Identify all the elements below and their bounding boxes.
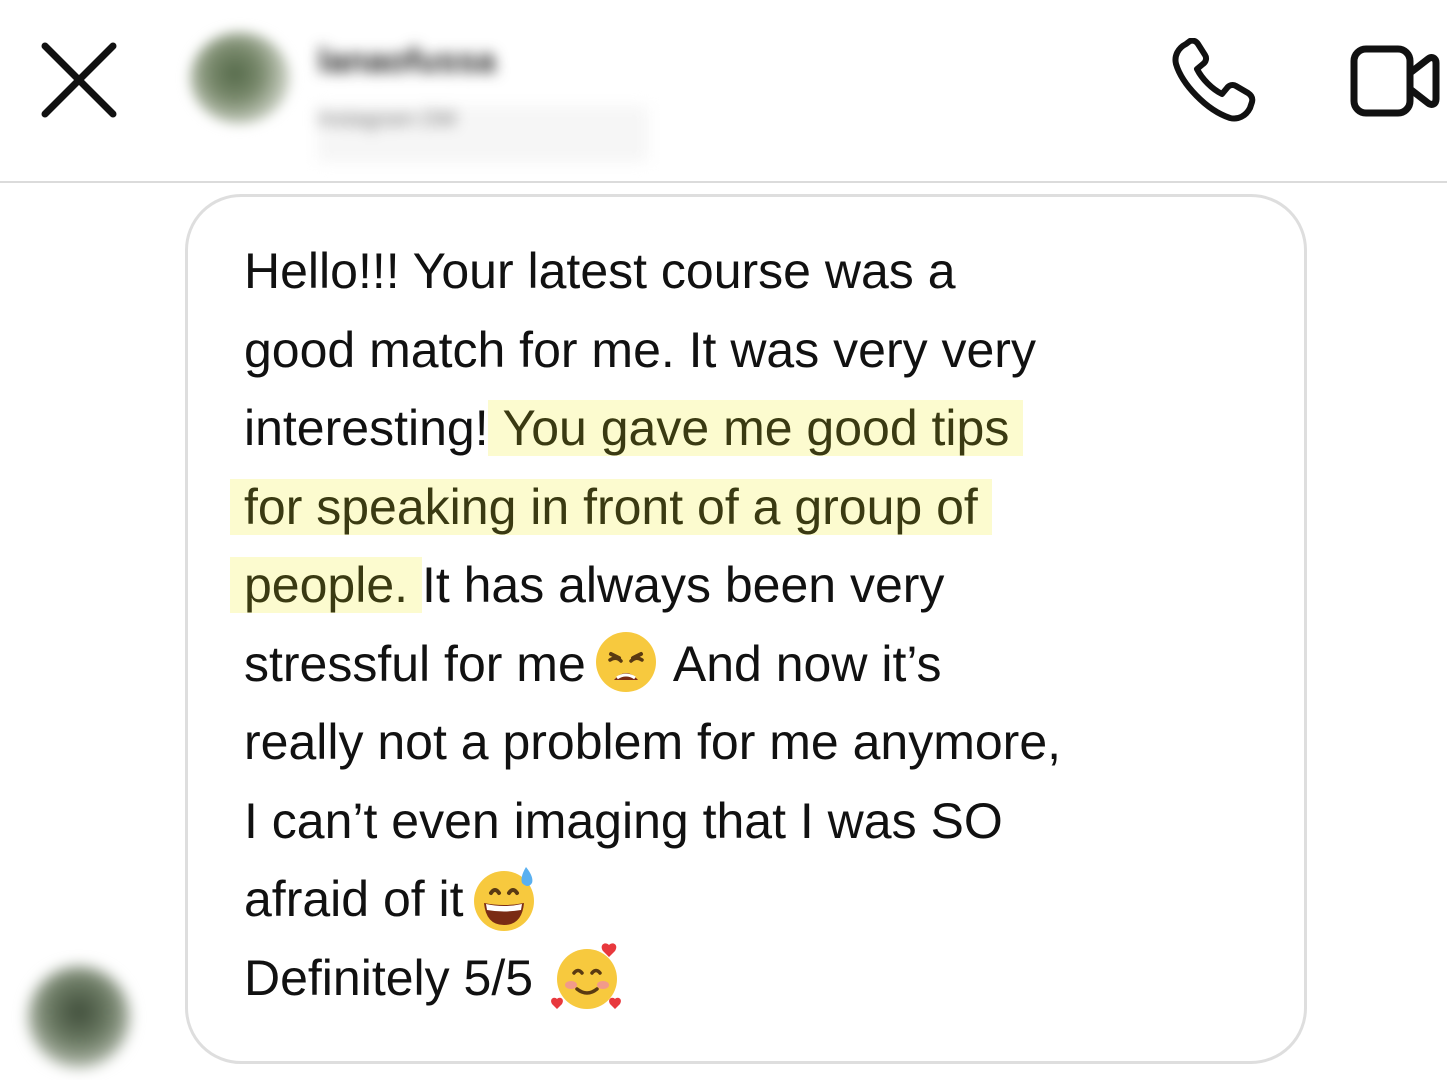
video-camera-icon: [1350, 45, 1440, 117]
highlighted-text: You gave me good tips: [488, 400, 1024, 456]
message-line: afraid of it: [244, 860, 1284, 939]
voice-call-button[interactable]: [1166, 36, 1260, 126]
dm-thread-screen: lanaofussa Instagram DM Hello!!! Your la…: [0, 0, 1447, 1080]
message-line-text: I can’t even imaging that I was SO: [244, 792, 1003, 849]
message-line-text: good match for me. It was very very: [244, 321, 1036, 378]
message-line: people. It has always been very: [230, 546, 1284, 625]
message-line-text: really not a problem for me anymore,: [244, 714, 1062, 770]
message-text: Hello!!! Your latest course was a good m…: [230, 232, 1284, 1018]
message-line: good match for me. It was very very: [244, 311, 1284, 390]
close-button[interactable]: [36, 40, 122, 120]
message-line-text: Hello!!! Your latest course was a: [244, 243, 956, 299]
message-line-text: And now it’s: [661, 635, 942, 692]
message-line-text: interesting!: [244, 400, 503, 456]
contact-status: Instagram DM: [318, 106, 648, 162]
message-line: really not a problem for me anymore,: [244, 703, 1284, 782]
highlighted-text: for speaking in front of a group of: [230, 478, 992, 535]
message-line-text: afraid of it: [244, 871, 464, 927]
message-line: I can’t even imaging that I was SO: [244, 782, 1284, 861]
message-line: for speaking in front of a group of: [230, 468, 1284, 547]
message-line: Hello!!! Your latest course was a: [244, 232, 1284, 311]
sender-avatar[interactable]: [28, 966, 130, 1068]
phone-icon: [1172, 38, 1256, 122]
message-line-text: stressful for me: [244, 635, 586, 692]
message-line: interesting! You gave me good tips: [244, 389, 1284, 468]
message-line: Definitely 5/5: [244, 939, 1284, 1018]
weary-face-emoji: [595, 632, 656, 693]
contact-avatar[interactable]: [190, 32, 290, 124]
message-line-text: It has always been very: [408, 557, 945, 613]
message-line-text: Definitely 5/5: [244, 949, 547, 1006]
message-line: stressful for me And now it’s: [244, 625, 1284, 704]
close-icon: [41, 42, 117, 118]
video-call-button[interactable]: [1346, 38, 1444, 124]
grinning-sweat-emoji: [473, 866, 534, 931]
contact-name[interactable]: lanaofussa: [318, 42, 558, 82]
highlighted-text: people.: [230, 557, 423, 613]
chat-header: lanaofussa Instagram DM: [0, 0, 1447, 183]
smiling-face-with-hearts-emoji: [551, 943, 621, 1010]
